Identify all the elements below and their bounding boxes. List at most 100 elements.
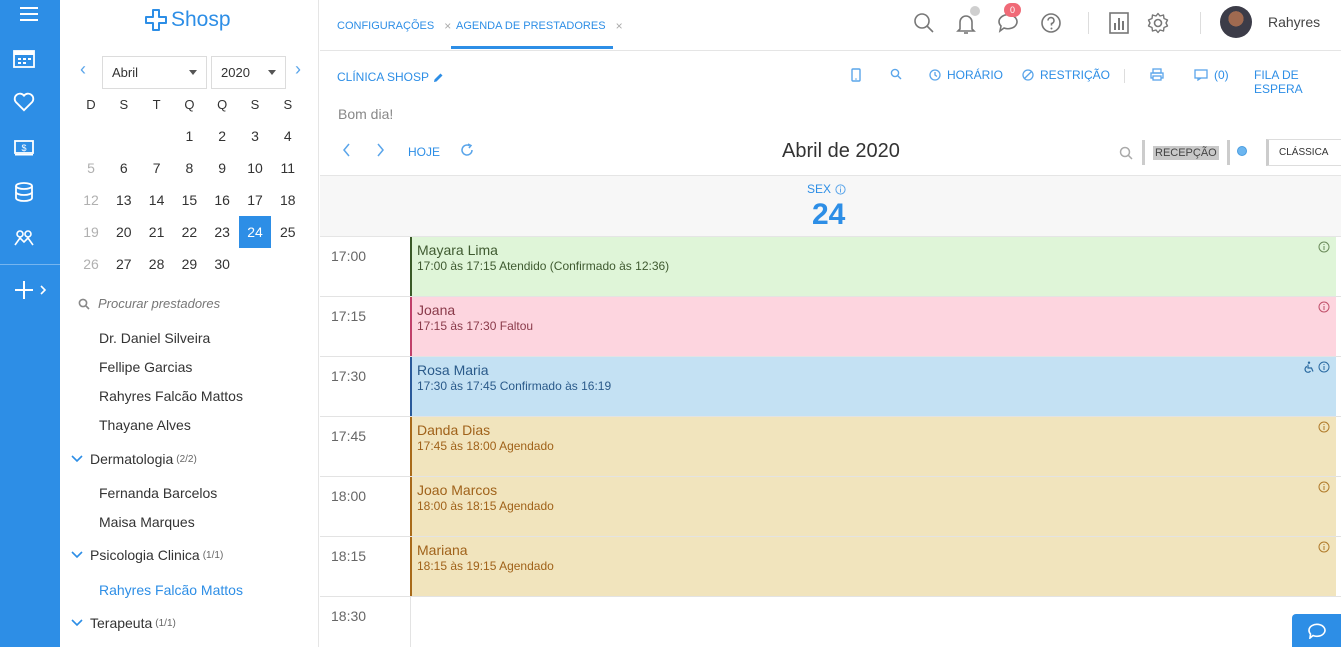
avatar[interactable] bbox=[1220, 6, 1252, 38]
calendar-day[interactable]: 25 bbox=[272, 216, 304, 248]
calendar-day[interactable]: 11 bbox=[272, 152, 304, 184]
info-icon[interactable] bbox=[1318, 241, 1330, 253]
calendar-day[interactable]: 13 bbox=[108, 184, 140, 216]
calendar-day[interactable]: 20 bbox=[108, 216, 140, 248]
calendar-day[interactable]: 6 bbox=[108, 152, 140, 184]
expand-rail-icon[interactable] bbox=[32, 272, 54, 308]
calendar-day[interactable]: 10 bbox=[239, 152, 271, 184]
calendar-day[interactable]: 21 bbox=[141, 216, 173, 248]
calendar-day[interactable]: 12 bbox=[75, 184, 107, 216]
logo[interactable]: Shosp bbox=[144, 8, 231, 32]
calendar-day[interactable]: 9 bbox=[206, 152, 238, 184]
year-select[interactable]: 2020 bbox=[211, 56, 286, 89]
tab-configuracoes[interactable]: CONFIGURAÇÕES × bbox=[337, 19, 451, 33]
today-button[interactable]: HOJE bbox=[408, 145, 440, 159]
appointment-card[interactable]: Joao Marcos 18:00 às 18:15 Agendado bbox=[410, 477, 1336, 536]
info-icon[interactable] bbox=[835, 183, 846, 195]
group-dermatologia[interactable]: Dermatologia (2/2) bbox=[71, 451, 197, 467]
help-icon[interactable] bbox=[1040, 12, 1062, 39]
provider-item[interactable]: Fellipe Garcias bbox=[99, 359, 192, 375]
next-month-icon[interactable]: › bbox=[295, 60, 301, 78]
calendar-day[interactable]: 4 bbox=[272, 120, 304, 152]
appointment-icons bbox=[1318, 421, 1330, 436]
fila-de-espera-button[interactable]: FILA DE ESPERA bbox=[1254, 68, 1341, 96]
calendar-day[interactable]: 28 bbox=[141, 248, 173, 280]
user-name[interactable]: Rahyres bbox=[1268, 14, 1320, 30]
provider-item[interactable]: Dr. Daniel Silveira bbox=[99, 330, 210, 346]
calendar-day[interactable]: 15 bbox=[173, 184, 205, 216]
info-icon[interactable] bbox=[1318, 541, 1330, 553]
calendar-day-selected[interactable]: 24 bbox=[238, 216, 271, 248]
menu-icon[interactable] bbox=[5, 0, 53, 32]
day-of-week-label: SEX bbox=[807, 182, 832, 196]
provider-search[interactable]: Procurar prestadores bbox=[78, 296, 220, 311]
month-select[interactable]: Abril bbox=[102, 56, 207, 89]
logo-text: Shosp bbox=[171, 8, 231, 31]
provider-item[interactable]: Rahyres Falcão Mattos bbox=[99, 388, 243, 404]
info-icon[interactable] bbox=[1318, 481, 1330, 493]
view-select[interactable]: CLÁSSICA ▼ bbox=[1266, 139, 1341, 166]
print-icon[interactable] bbox=[1150, 68, 1170, 81]
calendar-day[interactable]: 1 bbox=[173, 120, 205, 152]
gear-icon[interactable] bbox=[1147, 12, 1169, 39]
calendar-day[interactable]: 7 bbox=[141, 152, 173, 184]
database-icon[interactable] bbox=[0, 174, 48, 210]
calendar-day[interactable]: 18 bbox=[272, 184, 304, 216]
close-icon[interactable]: × bbox=[444, 19, 451, 33]
group-psicologia[interactable]: Psicologia Clinica (1/1) bbox=[71, 547, 223, 563]
calendar-day[interactable]: 14 bbox=[141, 184, 173, 216]
search-icon[interactable] bbox=[1119, 146, 1139, 160]
appointment-card[interactable]: Mariana 18:15 às 19:15 Agendado bbox=[410, 537, 1336, 596]
calendar-day[interactable]: 17 bbox=[239, 184, 271, 216]
calendar-day bbox=[141, 120, 173, 152]
calendar-icon[interactable] bbox=[0, 40, 48, 76]
clinic-selector[interactable]: CLÍNICA SHOSP bbox=[337, 70, 444, 84]
next-day-icon[interactable] bbox=[376, 141, 385, 162]
provider-item-active[interactable]: Rahyres Falcão Mattos bbox=[99, 582, 243, 598]
group-terapeuta[interactable]: Terapeuta (1/1) bbox=[71, 615, 176, 631]
calendar-day[interactable]: 29 bbox=[173, 248, 205, 280]
crm-icon[interactable] bbox=[0, 220, 48, 256]
calendar-day[interactable]: 27 bbox=[108, 248, 140, 280]
status-dot[interactable] bbox=[1237, 146, 1247, 156]
info-icon[interactable] bbox=[1318, 301, 1330, 313]
search-icon[interactable] bbox=[890, 68, 908, 80]
prev-day-icon[interactable] bbox=[342, 141, 351, 162]
provider-item[interactable]: Fernanda Barcelos bbox=[99, 485, 217, 501]
appointment-card[interactable]: Mayara Lima 17:00 às 17:15 Atendido (Conf… bbox=[410, 237, 1336, 296]
horario-button[interactable]: HORÁRIO bbox=[929, 68, 1003, 82]
recepcao-filter[interactable]: RECEPÇÃO bbox=[1142, 140, 1230, 165]
close-icon[interactable]: × bbox=[616, 19, 623, 33]
info-icon[interactable] bbox=[1318, 421, 1330, 433]
search-icon[interactable] bbox=[913, 12, 935, 39]
calendar-day[interactable]: 16 bbox=[206, 184, 238, 216]
tab-agenda-de-prestadores[interactable]: AGENDA DE PRESTADORES × bbox=[456, 19, 623, 33]
prev-month-icon[interactable]: ‹ bbox=[80, 60, 86, 78]
calendar-day[interactable]: 30 bbox=[206, 248, 238, 280]
mobile-icon[interactable] bbox=[851, 68, 867, 82]
appointment-card[interactable]: Rosa Maria 17:30 às 17:45 Confirmado às 1… bbox=[410, 357, 1336, 416]
calendar-day[interactable]: 19 bbox=[75, 216, 107, 248]
calendar-day[interactable]: 3 bbox=[239, 120, 271, 152]
calendar-day[interactable]: 5 bbox=[75, 152, 107, 184]
chevron-down-icon bbox=[268, 70, 276, 75]
chat-count-button[interactable]: (0) bbox=[1194, 68, 1229, 82]
restricao-button[interactable]: RESTRIÇÃO bbox=[1022, 68, 1110, 82]
bell-icon[interactable] bbox=[956, 13, 976, 40]
appointment-card[interactable]: Joana 17:15 às 17:30 Faltou bbox=[410, 297, 1336, 356]
info-icon[interactable] bbox=[1318, 361, 1330, 373]
provider-item[interactable]: Maisa Marques bbox=[99, 514, 195, 530]
calendar-day[interactable]: 23 bbox=[206, 216, 238, 248]
weekday-label: T bbox=[152, 96, 161, 112]
calendar-day[interactable]: 2 bbox=[206, 120, 238, 152]
refresh-icon[interactable] bbox=[460, 143, 474, 162]
heart-icon[interactable] bbox=[0, 84, 48, 120]
appointment-card[interactable]: Danda Dias 17:45 às 18:00 Agendado bbox=[410, 417, 1336, 476]
reports-icon[interactable] bbox=[1109, 12, 1129, 39]
provider-item[interactable]: Thayane Alves bbox=[99, 417, 191, 433]
calendar-day[interactable]: 8 bbox=[173, 152, 205, 184]
calendar-day[interactable]: 22 bbox=[173, 216, 205, 248]
money-icon[interactable]: $ bbox=[0, 130, 48, 166]
chat-button[interactable] bbox=[1292, 614, 1341, 647]
calendar-day[interactable]: 26 bbox=[75, 248, 107, 280]
